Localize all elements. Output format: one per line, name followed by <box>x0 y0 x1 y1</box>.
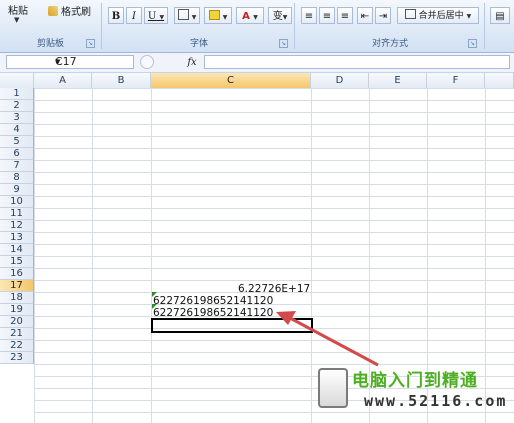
row-header-22[interactable]: 22 <box>0 340 34 352</box>
watermark-url: www.52116.com <box>364 392 508 410</box>
gridline <box>151 88 152 423</box>
font-group: B I U ▼ ▼ ▼ A ▼ 变▼ 字体 ↘ <box>104 0 294 52</box>
italic-button[interactable]: I <box>126 7 142 24</box>
merge-center-label: 合并后居中 <box>418 11 464 21</box>
alignment-group: ≡ ≡ ≡ ⇤ ⇥ 合并后居中 ▼ 对齐方式 ↘ <box>297 0 483 52</box>
divider <box>484 3 485 49</box>
paint-bucket-icon <box>208 10 220 20</box>
row-header-18[interactable]: 18 <box>0 292 34 304</box>
border-icon <box>177 9 189 20</box>
column-header-g[interactable] <box>485 73 514 88</box>
merge-center-button[interactable]: 合并后居中 ▼ <box>397 7 479 24</box>
bold-button[interactable]: B <box>108 7 124 24</box>
formula-input[interactable] <box>204 55 510 69</box>
column-header-b[interactable]: B <box>92 73 151 88</box>
decrease-indent-button[interactable]: ⇤ <box>357 7 373 24</box>
chevron-down-icon[interactable]: ▼ <box>14 16 19 24</box>
row-header-17[interactable]: 17 <box>0 280 34 292</box>
dialog-launcher-icon[interactable]: ↘ <box>468 39 477 48</box>
fill-color-button[interactable]: ▼ <box>204 7 232 24</box>
active-cell-c17[interactable] <box>151 318 313 333</box>
row-header-1[interactable]: 1 <box>0 88 34 100</box>
row-header-4[interactable]: 4 <box>0 124 34 136</box>
formula-bar-separator-icon <box>140 55 154 69</box>
row-header-19[interactable]: 19 <box>0 304 34 316</box>
ribbon: 粘贴 ▼ 格式刷 剪贴板 ↘ B I U ▼ ▼ ▼ A ▼ 变▼ 字体 ↘ ≡… <box>0 0 514 53</box>
cell-c14[interactable]: 6.22726E+17 <box>238 283 310 295</box>
phonetic-label: 变 <box>272 11 283 22</box>
underline-button[interactable]: U ▼ <box>144 7 168 24</box>
row-header-12[interactable]: 12 <box>0 220 34 232</box>
column-header-e[interactable]: E <box>369 73 427 88</box>
name-box[interactable]: C17 ▼ <box>6 55 134 69</box>
gridline <box>311 88 312 423</box>
merge-icon <box>404 9 416 19</box>
row-header-8[interactable]: 8 <box>0 172 34 184</box>
insert-function-button[interactable]: fx <box>182 56 202 69</box>
dialog-launcher-icon[interactable]: ↘ <box>86 39 95 48</box>
formula-bar: C17 ▼ fx <box>0 53 514 73</box>
row-header-2[interactable]: 2 <box>0 100 34 112</box>
font-group-label: 字体 <box>189 39 208 49</box>
chevron-down-icon[interactable]: ▼ <box>55 56 129 68</box>
row-header-21[interactable]: 21 <box>0 328 34 340</box>
align-center-button[interactable]: ≡ <box>319 7 335 24</box>
divider <box>294 3 295 49</box>
watermark: 电脑入门到精通 www.52116.com <box>318 362 514 423</box>
column-header-f[interactable]: F <box>427 73 485 88</box>
wrap-text-button[interactable]: ▤ <box>490 7 510 24</box>
row-header-23[interactable]: 23 <box>0 352 34 364</box>
row-header-3[interactable]: 3 <box>0 112 34 124</box>
increase-indent-button[interactable]: ⇥ <box>375 7 391 24</box>
row-header-14[interactable]: 14 <box>0 244 34 256</box>
clipboard-group: 粘贴 ▼ 格式刷 剪贴板 ↘ <box>0 0 101 52</box>
font-color-button[interactable]: A ▼ <box>236 7 264 24</box>
row-header-20[interactable]: 20 <box>0 316 34 328</box>
border-button[interactable]: ▼ <box>174 7 200 24</box>
brush-icon <box>48 6 58 16</box>
row-header-7[interactable]: 7 <box>0 160 34 172</box>
dialog-launcher-icon[interactable]: ↘ <box>279 39 288 48</box>
watermark-title: 电脑入门到精通 <box>352 371 478 391</box>
column-headers: A B C D E F <box>0 73 514 89</box>
row-header-9[interactable]: 9 <box>0 184 34 196</box>
format-painter-label: 格式刷 <box>61 7 91 18</box>
align-right-button[interactable]: ≡ <box>337 7 353 24</box>
divider <box>101 3 102 49</box>
row-header-5[interactable]: 5 <box>0 136 34 148</box>
alignment-group-label: 对齐方式 <box>371 39 408 49</box>
row-header-10[interactable]: 10 <box>0 196 34 208</box>
row-header-16[interactable]: 16 <box>0 268 34 280</box>
row-header-6[interactable]: 6 <box>0 148 34 160</box>
row-header-11[interactable]: 11 <box>0 208 34 220</box>
watermark-logo-icon <box>318 368 348 408</box>
gridline <box>92 88 93 423</box>
column-header-c[interactable]: C <box>151 73 311 88</box>
select-all-corner[interactable] <box>0 73 34 88</box>
row-header-15[interactable]: 15 <box>0 256 34 268</box>
format-painter-button[interactable]: 格式刷 <box>48 6 91 20</box>
align-left-button[interactable]: ≡ <box>301 7 317 24</box>
column-header-a[interactable]: A <box>34 73 92 88</box>
cell-c15[interactable]: 622726198652141120 <box>153 295 273 307</box>
row-header-13[interactable]: 13 <box>0 232 34 244</box>
column-header-d[interactable]: D <box>311 73 369 88</box>
phonetic-button[interactable]: 变▼ <box>268 7 292 24</box>
font-color-label: A <box>242 11 250 22</box>
paste-button[interactable]: 粘贴 <box>8 2 28 17</box>
underline-label: U <box>147 11 157 22</box>
